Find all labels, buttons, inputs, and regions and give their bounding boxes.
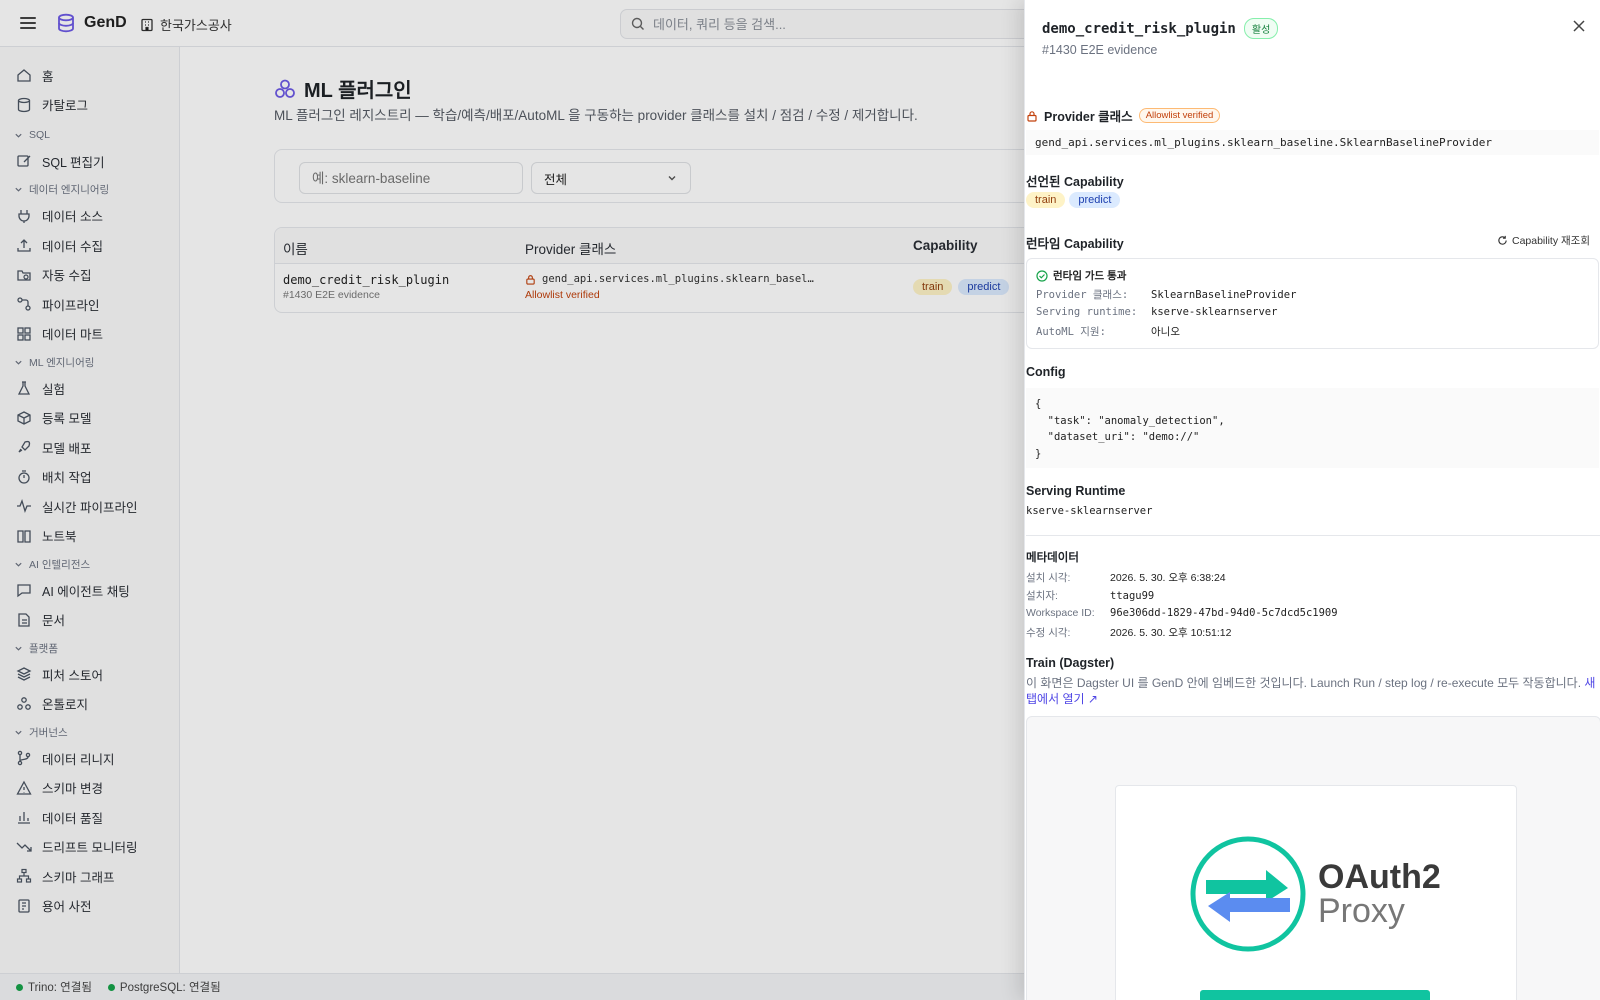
drawer-subtitle: #1430 E2E evidence <box>1042 43 1158 57</box>
check-circle-icon <box>1036 269 1048 282</box>
runtime-capability-heading: 런타임 Capability <box>1026 237 1124 251</box>
drawer-title: demo_credit_risk_plugin 활성 <box>1042 18 1279 39</box>
train-heading: Train (Dagster) <box>1026 656 1115 670</box>
meta-installed-at: 설치 시각: 2026. 5. 30. 오후 6:38:24 <box>1026 572 1226 584</box>
oauth-login-card: OAuth2 Proxy <box>1115 785 1517 1000</box>
train-description: 이 화면은 Dagster UI 를 GenD 안에 임베드한 것입니다. La… <box>1026 676 1596 706</box>
serving-runtime-heading: Serving Runtime <box>1026 484 1126 498</box>
capability-refresh-button[interactable]: Capability 재조회 <box>1497 233 1590 248</box>
close-icon <box>1573 20 1585 32</box>
meta-workspace-id: Workspace ID: 96e306dd-1829-47bd-94d0-5c7… <box>1026 607 1338 619</box>
capability-chip-predict: predict <box>1069 192 1121 208</box>
section-divider <box>1026 535 1600 536</box>
modal-backdrop[interactable] <box>0 0 1024 1000</box>
dagster-embed-frame[interactable]: OAuth2 Proxy <box>1026 716 1600 1000</box>
guard-runtime-row: Serving runtime: kserve-sklearnserver <box>1036 306 1278 318</box>
config-heading: Config <box>1026 365 1066 379</box>
provider-section-heading: Provider 클래스 Allowlist verified <box>1026 106 1221 125</box>
provider-class-value: gend_api.services.ml_plugins.sklearn_bas… <box>1026 130 1599 155</box>
refresh-icon <box>1498 235 1507 245</box>
oauth2-proxy-logo: OAuth2 Proxy <box>1190 836 1441 952</box>
metadata-heading: 메타데이터 <box>1026 552 1079 564</box>
drawer-title-text: demo_credit_risk_plugin <box>1042 20 1236 37</box>
allowlist-badge: Allowlist verified <box>1138 108 1221 123</box>
sign-in-button[interactable] <box>1200 990 1430 1000</box>
oauth2-proxy-logo-icon <box>1190 836 1306 952</box>
runtime-guard-title: 런타임 가드 통과 <box>1036 268 1126 283</box>
guard-automl-row: AutoML 지원: 아니오 <box>1036 326 1180 338</box>
close-button[interactable] <box>1569 16 1589 36</box>
config-json: { "task": "anomaly_detection", "dataset_… <box>1026 388 1599 468</box>
serving-runtime-value: kserve-sklearnserver <box>1026 505 1153 517</box>
declared-capability-heading: 선언된 Capability <box>1026 175 1124 189</box>
guard-provider-row: Provider 클래스: SklearnBaselineProvider <box>1036 289 1297 301</box>
oauth-logo-line1: OAuth2 <box>1318 858 1441 896</box>
declared-capabilities: train predict <box>1026 192 1121 208</box>
runtime-guard-card: 런타임 가드 통과 Provider 클래스: SklearnBaselinePr… <box>1026 258 1599 349</box>
meta-modified-at: 수정 시각: 2026. 5. 30. 오후 10:51:12 <box>1026 627 1232 639</box>
capability-chip-train: train <box>1026 192 1066 208</box>
status-badge: 활성 <box>1243 18 1279 39</box>
lock-icon <box>1027 110 1037 122</box>
oauth-logo-line2: Proxy <box>1318 892 1405 930</box>
meta-installed-by: 설치자: ttagu99 <box>1026 590 1155 602</box>
plugin-detail-drawer: demo_credit_risk_plugin 활성 #1430 E2E evi… <box>1024 0 1600 1000</box>
